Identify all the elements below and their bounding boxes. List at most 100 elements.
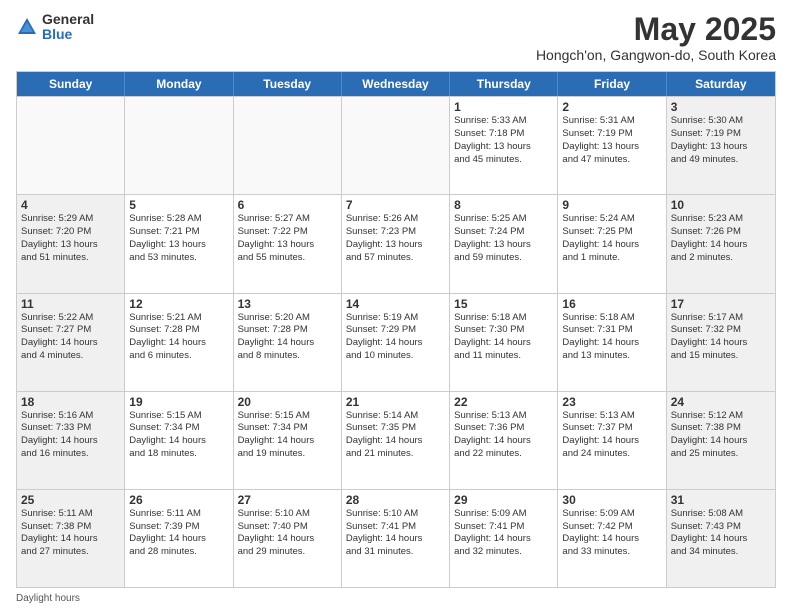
cal-cell-day-23: 23Sunrise: 5:13 AM Sunset: 7:37 PM Dayli… [558, 392, 666, 489]
day-number: 22 [454, 395, 553, 409]
logo: General Blue [16, 12, 94, 43]
cal-cell-day-22: 22Sunrise: 5:13 AM Sunset: 7:36 PM Dayli… [450, 392, 558, 489]
day-number: 28 [346, 493, 445, 507]
day-number: 12 [129, 297, 228, 311]
day-info: Sunrise: 5:29 AM Sunset: 7:20 PM Dayligh… [21, 213, 120, 264]
day-info: Sunrise: 5:22 AM Sunset: 7:27 PM Dayligh… [21, 312, 120, 363]
day-info: Sunrise: 5:11 AM Sunset: 7:39 PM Dayligh… [129, 508, 228, 559]
title-month: May 2025 [536, 12, 776, 47]
cal-cell-day-10: 10Sunrise: 5:23 AM Sunset: 7:26 PM Dayli… [667, 195, 775, 292]
day-number: 19 [129, 395, 228, 409]
cal-cell-day-26: 26Sunrise: 5:11 AM Sunset: 7:39 PM Dayli… [125, 490, 233, 587]
cal-cell-empty [234, 97, 342, 194]
day-info: Sunrise: 5:24 AM Sunset: 7:25 PM Dayligh… [562, 213, 661, 264]
day-number: 27 [238, 493, 337, 507]
daylight-hours-label: Daylight hours [16, 593, 80, 604]
cal-week-3: 11Sunrise: 5:22 AM Sunset: 7:27 PM Dayli… [17, 293, 775, 391]
cal-cell-day-17: 17Sunrise: 5:17 AM Sunset: 7:32 PM Dayli… [667, 294, 775, 391]
day-number: 17 [671, 297, 771, 311]
day-number: 5 [129, 198, 228, 212]
day-info: Sunrise: 5:13 AM Sunset: 7:37 PM Dayligh… [562, 410, 661, 461]
cal-cell-day-2: 2Sunrise: 5:31 AM Sunset: 7:19 PM Daylig… [558, 97, 666, 194]
cal-cell-day-1: 1Sunrise: 5:33 AM Sunset: 7:18 PM Daylig… [450, 97, 558, 194]
day-info: Sunrise: 5:11 AM Sunset: 7:38 PM Dayligh… [21, 508, 120, 559]
day-number: 1 [454, 100, 553, 114]
cal-header-sunday: Sunday [17, 72, 125, 96]
cal-cell-day-8: 8Sunrise: 5:25 AM Sunset: 7:24 PM Daylig… [450, 195, 558, 292]
header: General Blue May 2025 Hongch'on, Gangwon… [16, 12, 776, 63]
title-block: May 2025 Hongch'on, Gangwon-do, South Ko… [536, 12, 776, 63]
day-number: 6 [238, 198, 337, 212]
day-info: Sunrise: 5:08 AM Sunset: 7:43 PM Dayligh… [671, 508, 771, 559]
cal-cell-empty [125, 97, 233, 194]
day-number: 15 [454, 297, 553, 311]
day-info: Sunrise: 5:27 AM Sunset: 7:22 PM Dayligh… [238, 213, 337, 264]
cal-cell-day-11: 11Sunrise: 5:22 AM Sunset: 7:27 PM Dayli… [17, 294, 125, 391]
cal-cell-day-6: 6Sunrise: 5:27 AM Sunset: 7:22 PM Daylig… [234, 195, 342, 292]
footer: Daylight hours [16, 593, 776, 604]
day-number: 13 [238, 297, 337, 311]
cal-cell-day-19: 19Sunrise: 5:15 AM Sunset: 7:34 PM Dayli… [125, 392, 233, 489]
day-info: Sunrise: 5:20 AM Sunset: 7:28 PM Dayligh… [238, 312, 337, 363]
day-number: 9 [562, 198, 661, 212]
cal-cell-day-20: 20Sunrise: 5:15 AM Sunset: 7:34 PM Dayli… [234, 392, 342, 489]
cal-cell-day-9: 9Sunrise: 5:24 AM Sunset: 7:25 PM Daylig… [558, 195, 666, 292]
cal-cell-day-21: 21Sunrise: 5:14 AM Sunset: 7:35 PM Dayli… [342, 392, 450, 489]
day-info: Sunrise: 5:21 AM Sunset: 7:28 PM Dayligh… [129, 312, 228, 363]
day-number: 26 [129, 493, 228, 507]
cal-week-4: 18Sunrise: 5:16 AM Sunset: 7:33 PM Dayli… [17, 391, 775, 489]
day-info: Sunrise: 5:18 AM Sunset: 7:31 PM Dayligh… [562, 312, 661, 363]
cal-cell-day-13: 13Sunrise: 5:20 AM Sunset: 7:28 PM Dayli… [234, 294, 342, 391]
cal-cell-day-14: 14Sunrise: 5:19 AM Sunset: 7:29 PM Dayli… [342, 294, 450, 391]
day-number: 16 [562, 297, 661, 311]
cal-cell-day-29: 29Sunrise: 5:09 AM Sunset: 7:41 PM Dayli… [450, 490, 558, 587]
day-number: 7 [346, 198, 445, 212]
day-number: 2 [562, 100, 661, 114]
day-info: Sunrise: 5:09 AM Sunset: 7:42 PM Dayligh… [562, 508, 661, 559]
day-info: Sunrise: 5:12 AM Sunset: 7:38 PM Dayligh… [671, 410, 771, 461]
cal-cell-day-7: 7Sunrise: 5:26 AM Sunset: 7:23 PM Daylig… [342, 195, 450, 292]
calendar-header: SundayMondayTuesdayWednesdayThursdayFrid… [17, 72, 775, 96]
day-number: 21 [346, 395, 445, 409]
day-info: Sunrise: 5:28 AM Sunset: 7:21 PM Dayligh… [129, 213, 228, 264]
day-number: 20 [238, 395, 337, 409]
cal-week-1: 1Sunrise: 5:33 AM Sunset: 7:18 PM Daylig… [17, 96, 775, 194]
day-number: 3 [671, 100, 771, 114]
cal-cell-day-5: 5Sunrise: 5:28 AM Sunset: 7:21 PM Daylig… [125, 195, 233, 292]
cal-cell-day-28: 28Sunrise: 5:10 AM Sunset: 7:41 PM Dayli… [342, 490, 450, 587]
day-number: 11 [21, 297, 120, 311]
day-number: 8 [454, 198, 553, 212]
cal-cell-day-15: 15Sunrise: 5:18 AM Sunset: 7:30 PM Dayli… [450, 294, 558, 391]
day-info: Sunrise: 5:25 AM Sunset: 7:24 PM Dayligh… [454, 213, 553, 264]
cal-cell-day-30: 30Sunrise: 5:09 AM Sunset: 7:42 PM Dayli… [558, 490, 666, 587]
cal-cell-day-16: 16Sunrise: 5:18 AM Sunset: 7:31 PM Dayli… [558, 294, 666, 391]
day-number: 14 [346, 297, 445, 311]
day-number: 25 [21, 493, 120, 507]
day-info: Sunrise: 5:10 AM Sunset: 7:41 PM Dayligh… [346, 508, 445, 559]
day-number: 18 [21, 395, 120, 409]
day-info: Sunrise: 5:30 AM Sunset: 7:19 PM Dayligh… [671, 115, 771, 166]
logo-text: General Blue [42, 12, 94, 43]
calendar: SundayMondayTuesdayWednesdayThursdayFrid… [16, 71, 776, 588]
cal-cell-day-18: 18Sunrise: 5:16 AM Sunset: 7:33 PM Dayli… [17, 392, 125, 489]
logo-blue-label: Blue [42, 27, 94, 42]
day-number: 23 [562, 395, 661, 409]
cal-header-tuesday: Tuesday [234, 72, 342, 96]
page: General Blue May 2025 Hongch'on, Gangwon… [0, 0, 792, 612]
cal-header-thursday: Thursday [450, 72, 558, 96]
cal-cell-empty [17, 97, 125, 194]
logo-icon [16, 16, 38, 38]
day-info: Sunrise: 5:19 AM Sunset: 7:29 PM Dayligh… [346, 312, 445, 363]
day-info: Sunrise: 5:10 AM Sunset: 7:40 PM Dayligh… [238, 508, 337, 559]
day-info: Sunrise: 5:14 AM Sunset: 7:35 PM Dayligh… [346, 410, 445, 461]
cal-cell-day-12: 12Sunrise: 5:21 AM Sunset: 7:28 PM Dayli… [125, 294, 233, 391]
cal-header-wednesday: Wednesday [342, 72, 450, 96]
cal-cell-day-27: 27Sunrise: 5:10 AM Sunset: 7:40 PM Dayli… [234, 490, 342, 587]
day-number: 30 [562, 493, 661, 507]
day-info: Sunrise: 5:18 AM Sunset: 7:30 PM Dayligh… [454, 312, 553, 363]
cal-header-friday: Friday [558, 72, 666, 96]
cal-cell-day-4: 4Sunrise: 5:29 AM Sunset: 7:20 PM Daylig… [17, 195, 125, 292]
day-info: Sunrise: 5:31 AM Sunset: 7:19 PM Dayligh… [562, 115, 661, 166]
cal-cell-day-3: 3Sunrise: 5:30 AM Sunset: 7:19 PM Daylig… [667, 97, 775, 194]
day-info: Sunrise: 5:17 AM Sunset: 7:32 PM Dayligh… [671, 312, 771, 363]
